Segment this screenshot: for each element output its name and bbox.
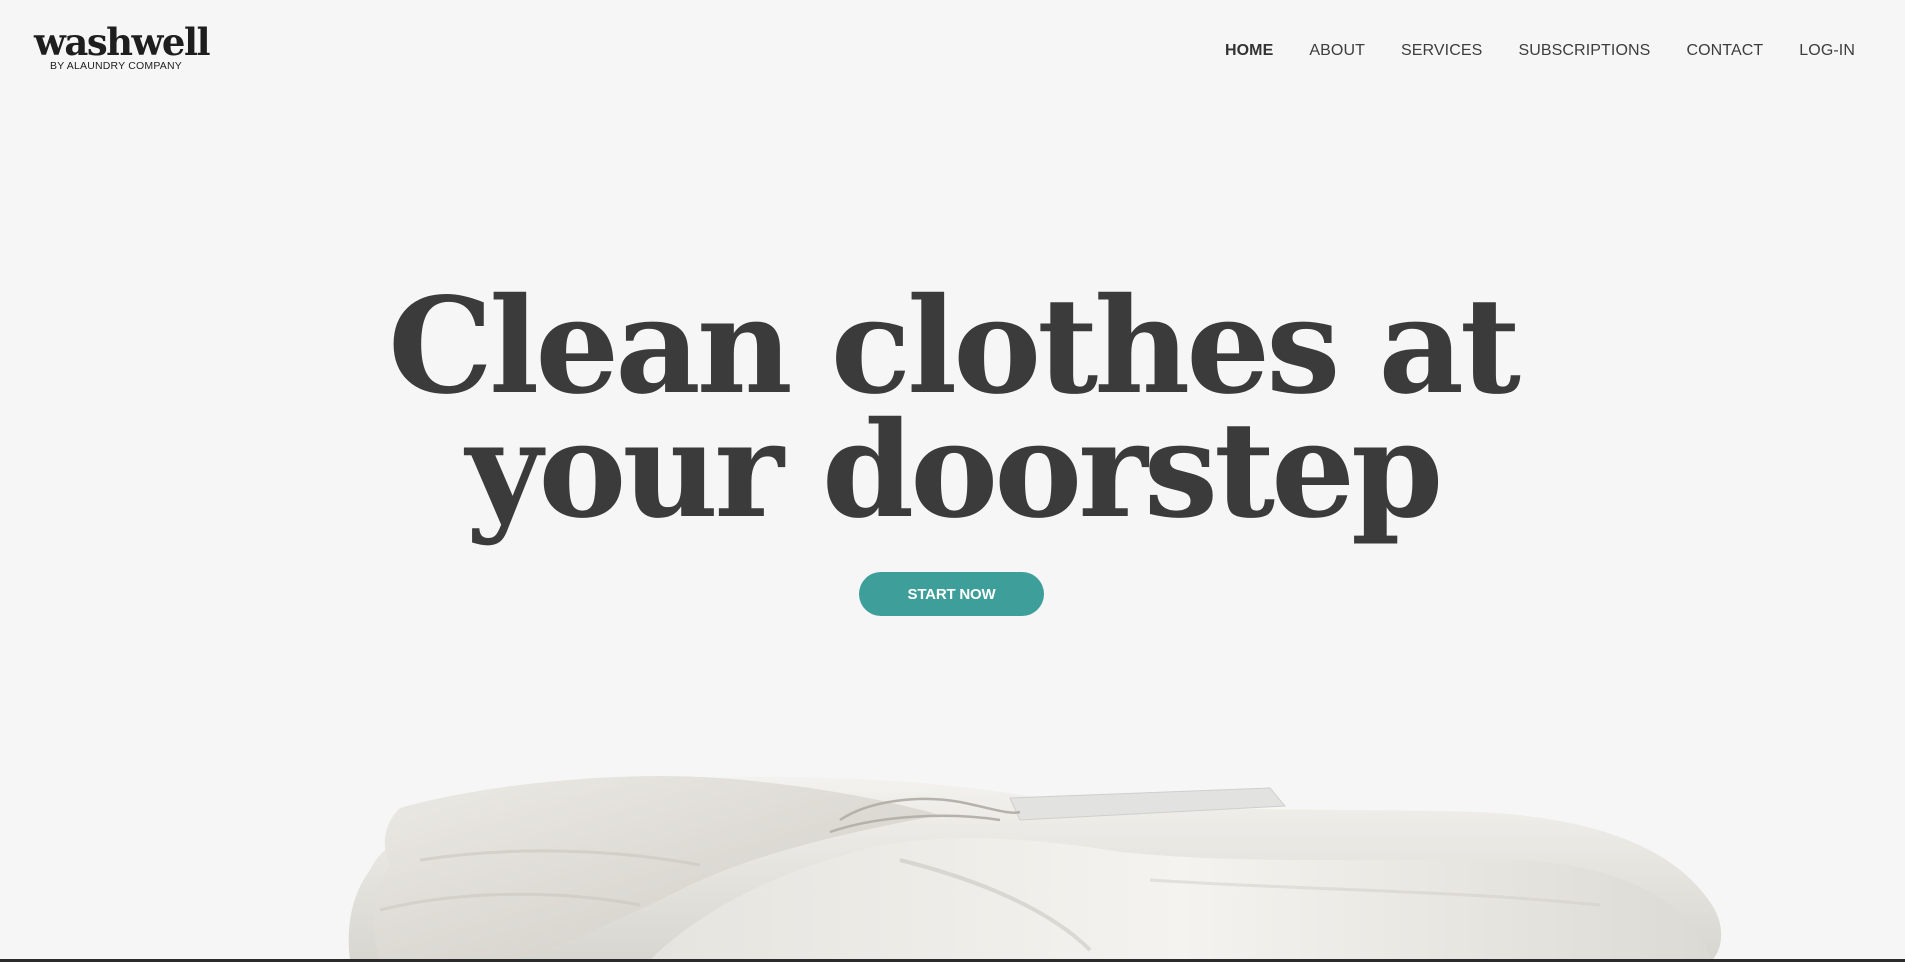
folded-laundry-image [348, 776, 1722, 960]
brand-logo[interactable]: washwell BY ALAUNDRY COMPANY [34, 20, 211, 72]
main-nav: HOME ABOUT SERVICES SUBSCRIPTIONS CONTAC… [1225, 42, 1855, 60]
hero-title: Clean clothes at your doorstep [0, 269, 1905, 548]
site-header: washwell BY ALAUNDRY COMPANY HOME ABOUT … [0, 0, 1905, 110]
nav-item-subscriptions[interactable]: SUBSCRIPTIONS [1518, 42, 1650, 60]
nav-item-about[interactable]: ABOUT [1309, 42, 1365, 60]
hero-title-line-1: Clean clothes at [388, 269, 1521, 424]
nav-item-contact[interactable]: CONTACT [1686, 42, 1763, 60]
hero-title-line-2: your doorstep [465, 393, 1444, 548]
nav-item-login[interactable]: LOG-IN [1799, 42, 1855, 60]
nav-item-services[interactable]: SERVICES [1401, 42, 1482, 60]
brand-name: washwell [34, 20, 211, 64]
start-now-button[interactable]: START NOW [859, 572, 1044, 616]
nav-item-home[interactable]: HOME [1225, 42, 1273, 60]
